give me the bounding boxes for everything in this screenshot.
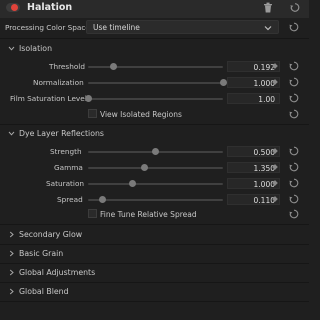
value-text: 0.110 (253, 196, 275, 205)
section-secondary-glow[interactable]: Secondary Glow (8, 230, 148, 240)
reset-icon[interactable] (289, 146, 299, 156)
section-global-blend[interactable]: Global Blend (8, 287, 148, 297)
view-isolated-label: View Isolated Regions (100, 110, 182, 119)
fine-tune-label: Fine Tune Relative Spread (100, 210, 197, 219)
section-global-adjustments[interactable]: Global Adjustments (8, 268, 148, 278)
value-text: 1.000 (253, 79, 275, 88)
normalization-slider[interactable] (88, 79, 227, 86)
fine-tune-checkbox[interactable] (88, 209, 97, 218)
saturation-slider[interactable] (88, 180, 223, 187)
section-isolation[interactable]: Isolation (8, 44, 128, 54)
divider (0, 38, 309, 39)
chevron-right-icon (9, 288, 14, 295)
chevron-down-icon (8, 131, 15, 136)
section-label: Secondary Glow (19, 230, 83, 239)
section-dye-layer-reflections[interactable]: Dye Layer Reflections (8, 129, 148, 139)
reset-icon[interactable] (289, 22, 299, 32)
divider (0, 244, 309, 245)
value-text: 0.500 (253, 148, 275, 157)
section-basic-grain[interactable]: Basic Grain (8, 249, 148, 259)
slider-handle[interactable] (84, 95, 92, 102)
film-saturation-slider[interactable] (84, 95, 223, 102)
panel-header: Halation (0, 0, 309, 18)
film-saturation-value[interactable]: 1.00 (227, 93, 280, 104)
reset-icon[interactable] (289, 109, 299, 119)
section-label: Isolation (19, 44, 53, 53)
enable-dot (11, 4, 18, 11)
reset-icon[interactable] (289, 93, 299, 103)
halation-panel: Halation Processing Color Space Use time… (0, 0, 309, 320)
reset-icon[interactable] (289, 194, 299, 204)
threshold-label: Threshold (49, 62, 85, 71)
slider-handle[interactable] (110, 63, 118, 70)
gamma-label: Gamma (54, 163, 83, 172)
section-label: Dye Layer Reflections (19, 129, 104, 138)
reset-icon[interactable] (289, 162, 299, 172)
chevron-right-icon (9, 250, 14, 257)
slider-handle[interactable] (219, 79, 227, 86)
reset-icon[interactable] (290, 2, 300, 13)
dropdown-value: Use timeline (93, 23, 140, 32)
normalization-label: Normalization (33, 78, 84, 87)
section-label: Global Adjustments (19, 268, 96, 277)
chevron-down-icon (8, 46, 15, 51)
divider (0, 282, 309, 283)
chevron-down-icon (264, 26, 272, 31)
slider-handle[interactable] (141, 164, 149, 171)
spread-label: Spread (57, 195, 83, 204)
processing-color-space-dropdown[interactable]: Use timeline (86, 20, 279, 34)
toggle-icon[interactable] (6, 3, 20, 12)
divider (0, 301, 309, 302)
view-isolated-checkbox[interactable] (88, 109, 97, 118)
slider-handle[interactable] (99, 196, 107, 203)
chevron-right-icon (9, 231, 14, 238)
value-text: 1.000 (253, 180, 275, 189)
value-text: 0.192 (253, 63, 275, 72)
slider-handle[interactable] (152, 148, 159, 155)
saturation-label: Saturation (46, 179, 85, 188)
threshold-slider[interactable] (88, 63, 223, 70)
section-label: Global Blend (19, 287, 69, 296)
reset-icon[interactable] (289, 178, 299, 188)
gamma-slider[interactable] (88, 164, 223, 171)
reset-icon[interactable] (289, 209, 299, 219)
trash-icon[interactable] (263, 2, 273, 13)
reset-icon[interactable] (289, 77, 299, 87)
spread-slider[interactable] (88, 196, 223, 203)
value-text: 1.350 (253, 164, 275, 173)
slider-handle[interactable] (129, 180, 137, 187)
divider (0, 124, 309, 125)
reset-icon[interactable] (289, 61, 299, 71)
strength-label: Strength (50, 147, 82, 156)
section-label: Basic Grain (19, 249, 64, 258)
strength-slider[interactable] (88, 148, 223, 155)
panel-title: Halation (27, 2, 73, 13)
film-saturation-label: Film Saturation Level (10, 94, 87, 103)
chevron-right-icon (9, 269, 14, 276)
value-text: 1.00 (258, 95, 275, 104)
divider (0, 263, 309, 264)
divider (0, 224, 309, 225)
processing-color-space-label: Processing Color Space (5, 23, 90, 32)
